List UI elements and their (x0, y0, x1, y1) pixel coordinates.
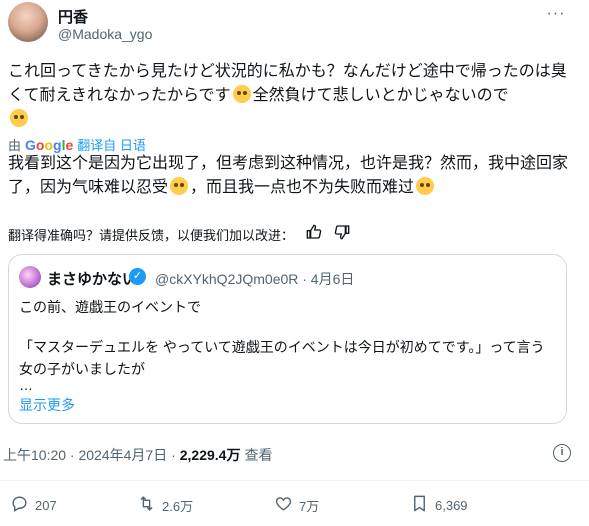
retweet-button[interactable]: 2.6万 (137, 494, 193, 516)
bookmark-count: 6,369 (435, 497, 468, 513)
reply-icon (10, 494, 29, 516)
thumbs-up-icon[interactable] (306, 224, 322, 244)
retweet-icon (137, 494, 156, 516)
reply-button[interactable]: 207 (10, 494, 57, 516)
show-more-link[interactable]: 显示更多 (19, 395, 75, 415)
reply-count: 207 (35, 497, 57, 513)
like-count: 7万 (299, 498, 320, 514)
quoted-ellipsis: … (19, 377, 33, 393)
heart-icon (274, 494, 293, 516)
author-handle[interactable]: @Madoka_ygo (58, 26, 152, 42)
quoted-tweet-card[interactable]: まさゆかない ✓ @ckXYkhQ2JQm0e0R · 4月6日 この前、遊戯王… (8, 254, 567, 424)
views-count: 2,229.4万 (179, 447, 241, 463)
pleading-face-emoji-icon (232, 85, 251, 103)
thumbs-down-icon[interactable] (334, 224, 350, 244)
verified-icon: ✓ (129, 268, 146, 285)
tweet-text-part2: 全然負けて悲しいとかじゃないので (252, 87, 509, 104)
tweet-header: 円香 @Madoka_ygo ··· (8, 0, 581, 48)
quoted-author-name[interactable]: まさゆかない (47, 268, 137, 289)
timestamp[interactable]: 上午10:20 · 2024年4月7日 · (3, 445, 176, 465)
translation-feedback: 翻译得准确吗？请提供反馈，以便我们加以改进： (8, 224, 350, 244)
pleading-face-emoji-icon (416, 177, 435, 195)
quoted-text-line2: 「マスターデュエルを やっていて遊戯王のイベントは今日が初めてです。」って言う女… (19, 339, 545, 377)
divider (0, 480, 589, 481)
feedback-prompt: 翻译得准确吗？请提供反馈，以便我们加以改进： (8, 227, 295, 243)
tweet-text: これ回ってきたから見たけど状況的に私かも？なんだけど途中で帰ったのは臭くて耐えき… (8, 60, 576, 132)
more-icon[interactable]: ··· (545, 6, 567, 26)
action-bar: 207 2.6万 7万 6,369 (0, 494, 589, 518)
bookmark-button[interactable]: 6,369 (410, 494, 468, 516)
translation-text-part2: ，而且我一点也不为失败而难过 (190, 179, 415, 196)
bookmark-icon (410, 494, 429, 516)
google-logo: Google (25, 136, 74, 153)
quoted-author-meta: @ckXYkhQ2JQm0e0R · 4月6日 (155, 271, 355, 287)
like-button[interactable]: 7万 (274, 494, 319, 516)
info-icon[interactable]: i (553, 444, 571, 462)
quoted-avatar[interactable] (19, 266, 41, 288)
quoted-text-line1: この前、遊戯王のイベントで (19, 299, 201, 315)
avatar[interactable] (8, 2, 48, 42)
views-label: 查看 (244, 447, 273, 463)
retweet-count: 2.6万 (162, 498, 194, 514)
pleading-face-emoji-icon (10, 109, 28, 127)
author-display-name[interactable]: 円香 (58, 6, 88, 27)
translation-text: 我看到这个是因为它出现了，但考虑到这种情况，也许是我？然而，我中途回家了，因为气… (8, 152, 576, 200)
pleading-face-emoji-icon (170, 177, 189, 195)
tweet-meta-row: 上午10:20 · 2024年4月7日 · 2,229.4万 查看 (3, 445, 272, 465)
